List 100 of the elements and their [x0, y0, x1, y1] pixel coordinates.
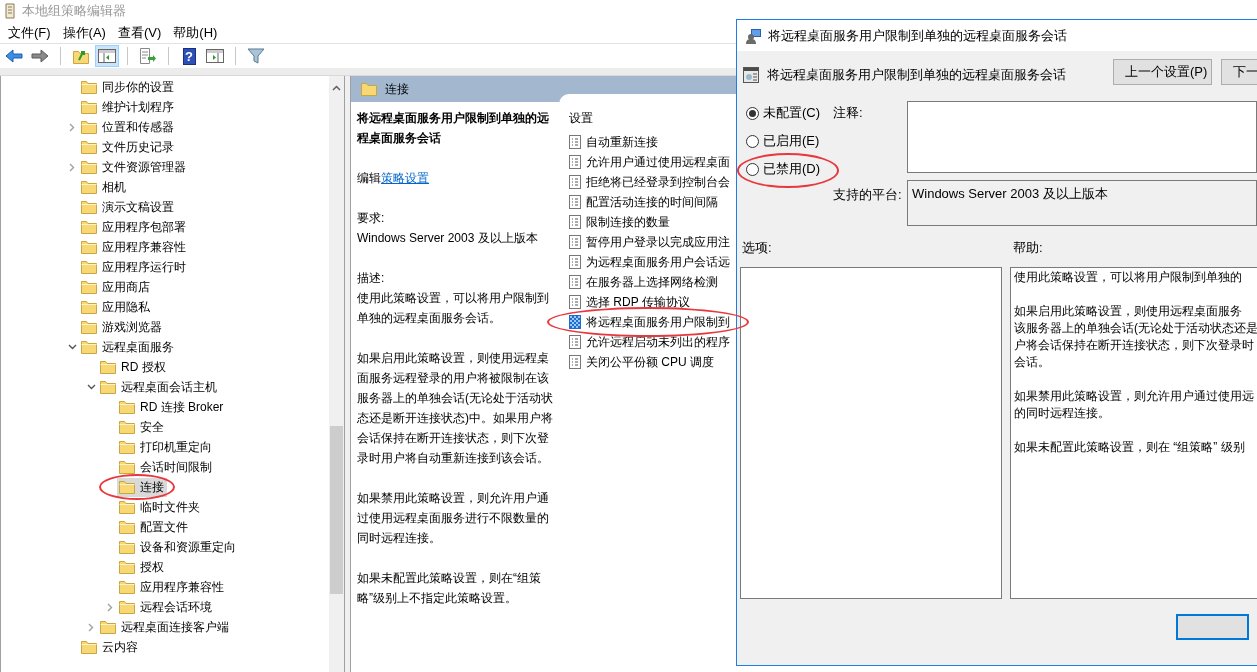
folder-icon [119, 540, 135, 554]
tree-item[interactable]: 同步你的设置 [79, 77, 177, 97]
setting-item[interactable]: 配置活动连接的时间间隔 [569, 192, 720, 212]
tree-item[interactable]: 远程桌面服务 [79, 337, 177, 357]
folder-icon [81, 300, 97, 314]
help-text-line: 如果禁用此策略设置，则允许用户通过使用远 [1014, 388, 1254, 405]
folder-icon [81, 100, 97, 114]
radio-label[interactable]: 未配置(C) [763, 103, 821, 123]
toolbar-button[interactable]: ? [177, 45, 201, 67]
tree-item[interactable]: 应用程序兼容性 [79, 237, 189, 257]
folder-icon [119, 600, 135, 614]
pane-title: 连接 [385, 81, 409, 98]
tree-item[interactable]: 远程桌面连接客户端 [98, 617, 232, 637]
tree-item[interactable]: 文件历史记录 [79, 137, 177, 157]
platform-text: Windows Server 2003 及以上版本 [912, 186, 1108, 201]
tree-item[interactable]: 游戏浏览器 [79, 317, 165, 337]
tree-item[interactable]: 应用程序兼容性 [117, 577, 227, 597]
menu-item[interactable]: 帮助(H) [167, 22, 224, 43]
setting-item[interactable]: 将远程桌面服务用户限制到 [569, 312, 732, 332]
dialog-button[interactable]: 上一个设置(P) [1113, 59, 1212, 85]
menu-item[interactable]: 查看(V) [111, 22, 168, 43]
tree-item[interactable]: 授权 [117, 557, 167, 577]
policy-setting-icon [569, 255, 581, 269]
setting-item[interactable]: 限制连接的数量 [569, 212, 672, 232]
policy-setting-icon [569, 295, 581, 309]
window-title: 本地组策略编辑器 [22, 2, 126, 21]
help-label: 帮助: [1013, 239, 1043, 257]
folder-icon [119, 580, 135, 594]
help-text-line: 户将会话保持在断开连接状态，则下次登录时 [1014, 337, 1254, 354]
toolbar-button[interactable] [95, 45, 119, 67]
tree-item[interactable]: 会话时间限制 [117, 457, 215, 477]
radio-button[interactable] [746, 106, 759, 120]
tree-item[interactable]: 相机 [79, 177, 129, 197]
tree-item[interactable]: 应用程序运行时 [79, 257, 189, 277]
setting-item[interactable]: 选择 RDP 传输协议 [569, 292, 692, 312]
setting-item[interactable]: 为远程桌面服务用户会话远 [569, 252, 732, 272]
scrollbar[interactable] [329, 76, 344, 672]
setting-item[interactable]: 允许用户通过使用远程桌面 [569, 152, 732, 172]
chevron-right-icon[interactable] [69, 122, 75, 132]
tree-item[interactable]: 连接 [117, 477, 167, 497]
folder-icon [81, 120, 97, 134]
folder-icon [81, 280, 97, 294]
folder-icon [119, 440, 135, 454]
radio-label[interactable]: 已禁用(D) [763, 159, 821, 179]
description-paragraph: 如果启用此策略设置，则使用远程桌面服务远程登录的用户将被限制在该服务器上的单独会话(无论处于活动状态还是断开连接状态)中。如果用户将会话保持在断开连接状态，则下次登录时用户将自动重新连接到该会话。 [357, 350, 554, 467]
dialog-button[interactable] [1176, 614, 1249, 640]
export-list-icon [139, 48, 157, 64]
help-text-line: 会话。 [1014, 354, 1050, 371]
setting-item[interactable]: 暂停用户登录以完成应用注 [569, 232, 732, 252]
chevron-right-icon[interactable] [69, 162, 75, 172]
folder-icon [81, 200, 97, 214]
setting-item[interactable]: 在服务器上选择网络检测 [569, 272, 720, 292]
tree-item[interactable]: 打印机重定向 [117, 437, 215, 457]
tree-item[interactable]: 应用商店 [79, 277, 153, 297]
tree-item[interactable]: 远程会话环境 [117, 597, 215, 617]
tree-item[interactable]: 应用隐私 [79, 297, 153, 317]
chevron-right-icon[interactable] [88, 622, 94, 632]
radio-button[interactable] [746, 162, 759, 176]
chevron-right-icon[interactable] [107, 602, 113, 612]
description-label: 描述: [357, 270, 386, 287]
tree-item[interactable]: RD 授权 [98, 357, 169, 377]
scroll-up-icon[interactable] [332, 85, 341, 91]
tree-item[interactable]: RD 连接 Broker [117, 397, 227, 417]
help-text-line: 如果启用此策略设置，则使用远程桌面服务 [1014, 303, 1242, 320]
chevron-down-icon[interactable] [67, 344, 77, 350]
folder-icon [119, 500, 135, 514]
requirements-text: Windows Server 2003 及以上版本 [357, 230, 539, 247]
tree-item[interactable]: 位置和传感器 [79, 117, 177, 137]
setting-item[interactable]: 关闭公平份额 CPU 调度 [569, 352, 716, 372]
scrollbar-thumb[interactable] [330, 426, 343, 594]
folder-icon [119, 520, 135, 534]
folder-icon [119, 460, 135, 474]
tree-item[interactable]: 演示文稿设置 [79, 197, 177, 217]
tree-item[interactable]: 安全 [117, 417, 167, 437]
tree-item[interactable]: 设备和资源重定向 [117, 537, 239, 557]
comment-field[interactable] [907, 101, 1257, 173]
tree-item[interactable]: 配置文件 [117, 517, 191, 537]
tree-item[interactable]: 云内容 [79, 637, 141, 657]
description-paragraph: 如果未配置此策略设置，则在“组策略”级别上不指定此策略设置。 [357, 570, 542, 607]
tree-item[interactable]: 临时文件夹 [117, 497, 203, 517]
setting-item[interactable]: 拒绝将已经登录到控制台会 [569, 172, 732, 192]
folder-icon [81, 640, 97, 654]
tree-item[interactable]: 维护计划程序 [79, 97, 177, 117]
help-text-line: 该服务器上的单独会话(无论处于活动状态还是 [1014, 320, 1257, 337]
menu-item[interactable]: 文件(F) [2, 22, 57, 43]
radio-label[interactable]: 已启用(E) [763, 131, 820, 151]
tree-item[interactable]: 应用程序包部署 [79, 217, 189, 237]
edit-label: 编辑 [357, 170, 381, 187]
setting-item[interactable]: 自动重新连接 [569, 132, 660, 152]
policy-settings-link[interactable]: 策略设置 [381, 168, 429, 188]
folder-icon [81, 320, 97, 334]
policy-setting-icon [569, 235, 581, 249]
folder-icon [81, 260, 97, 274]
comment-label: 注释: [833, 104, 864, 122]
tree-item[interactable]: 文件资源管理器 [79, 157, 189, 177]
menu-item[interactable]: 操作(A) [56, 22, 112, 43]
chevron-down-icon[interactable] [86, 384, 96, 390]
console-tree-icon [98, 48, 116, 64]
tree-item[interactable]: 远程桌面会话主机 [98, 377, 220, 397]
radio-button[interactable] [746, 134, 759, 148]
